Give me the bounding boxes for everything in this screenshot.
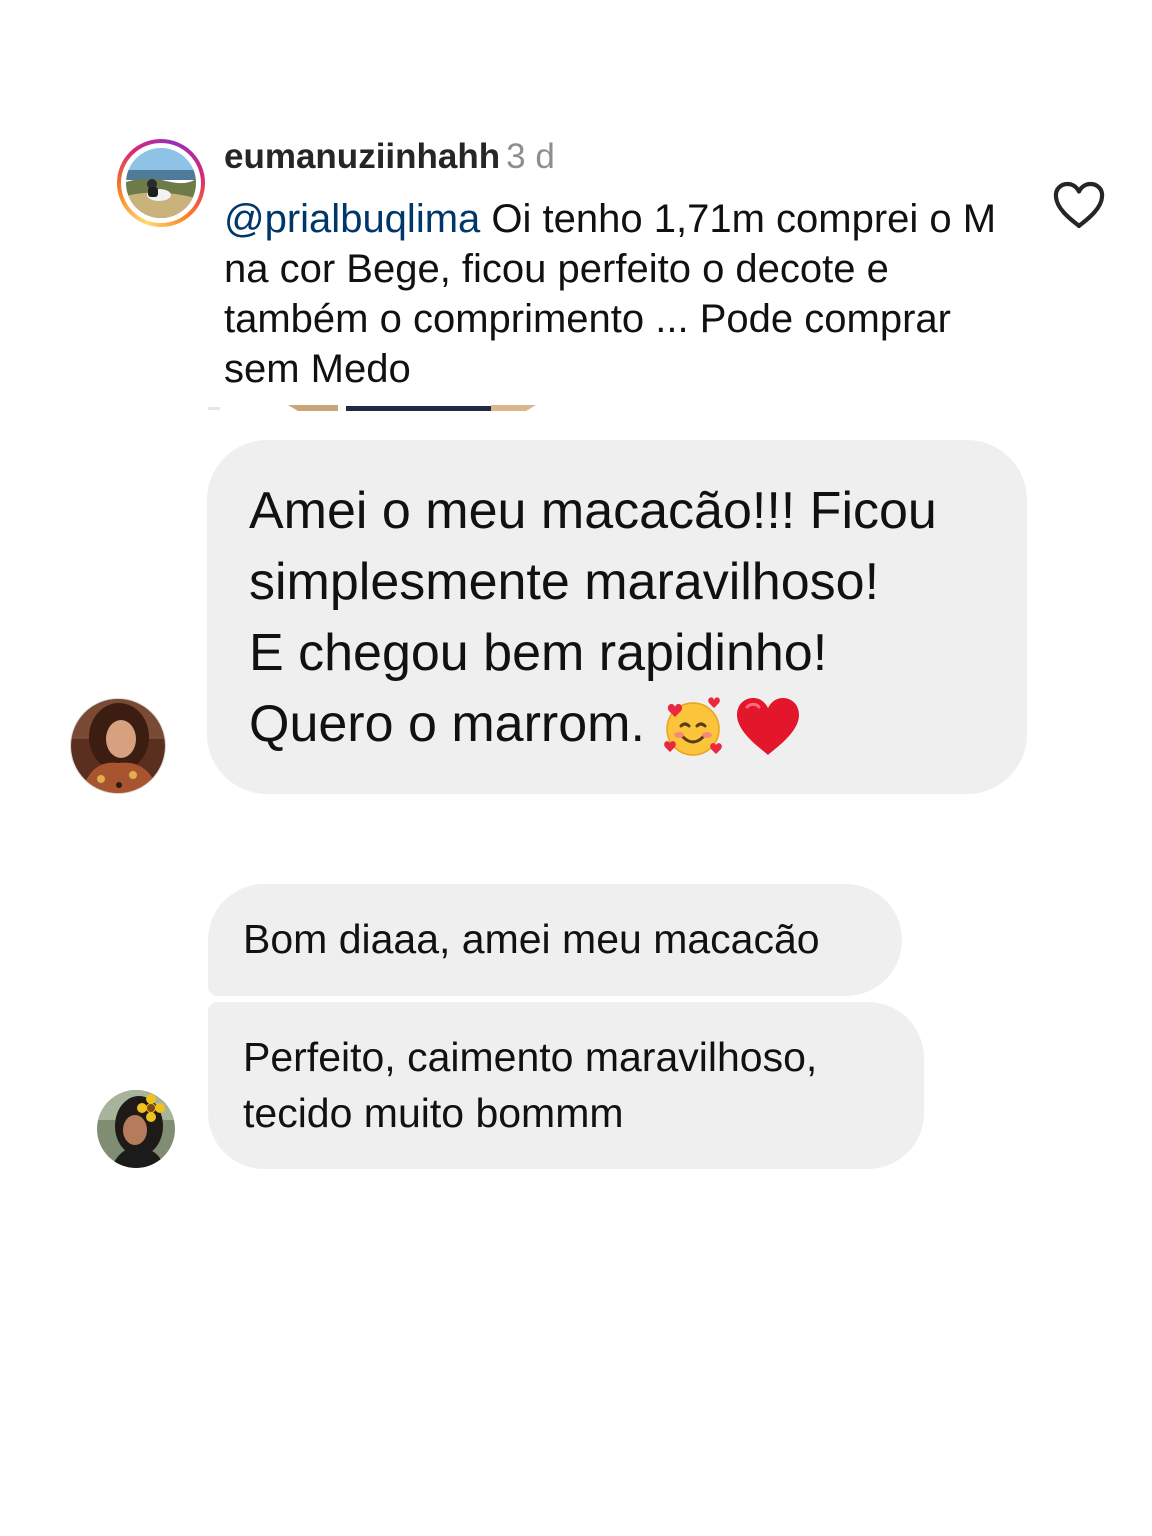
comment-time: 3 d bbox=[506, 137, 555, 176]
emoji-group bbox=[659, 695, 803, 759]
commenter-avatar[interactable] bbox=[126, 148, 196, 218]
instagram-comment: eumanuziinhahh 3 d @prialbuqlima Oi tenho… bbox=[0, 0, 1152, 400]
portrait-with-flower-icon bbox=[97, 1090, 175, 1168]
message-text: Bom diaaa, amei meu macacão bbox=[243, 916, 820, 962]
red-heart-icon bbox=[736, 698, 799, 756]
message-line: tecido muito bommm bbox=[243, 1090, 624, 1136]
portrait-photo-icon bbox=[71, 699, 165, 793]
comment-header: eumanuziinhahh 3 d bbox=[224, 136, 555, 178]
message-bubble[interactable]: Amei o meu macacão!!! Ficou simplesmente… bbox=[207, 440, 1027, 794]
story-ring[interactable] bbox=[117, 139, 205, 227]
comment-text: @prialbuqlima Oi tenho 1,71m comprei o M… bbox=[224, 194, 1024, 394]
message-line: simplesmente maravilhoso! bbox=[249, 553, 880, 611]
beach-photo-icon bbox=[126, 148, 196, 218]
like-button[interactable] bbox=[1052, 180, 1106, 230]
heart-outline-icon bbox=[1053, 181, 1105, 229]
message-bubble[interactable]: Perfeito, caimento maravilhoso, tecido m… bbox=[208, 1002, 924, 1169]
sender-avatar[interactable] bbox=[97, 1090, 175, 1168]
message-bubble[interactable]: Bom diaaa, amei meu macacão bbox=[208, 884, 902, 996]
message-line: Quero o marrom. bbox=[249, 695, 645, 753]
smiling-face-with-hearts-icon bbox=[664, 697, 722, 757]
message-line: Amei o meu macacão!!! Ficou bbox=[249, 482, 937, 540]
sender-avatar[interactable] bbox=[71, 699, 165, 793]
message-line-with-emojis: Quero o marrom. bbox=[249, 689, 997, 760]
mention-link[interactable]: @prialbuqlima bbox=[224, 197, 480, 241]
avatar-ring-gap bbox=[121, 143, 201, 223]
message-line: E chegou bem rapidinho! bbox=[249, 624, 828, 682]
cropped-image-edge bbox=[208, 405, 536, 411]
message-line: Perfeito, caimento maravilhoso, bbox=[243, 1034, 818, 1080]
username[interactable]: eumanuziinhahh bbox=[224, 137, 500, 176]
